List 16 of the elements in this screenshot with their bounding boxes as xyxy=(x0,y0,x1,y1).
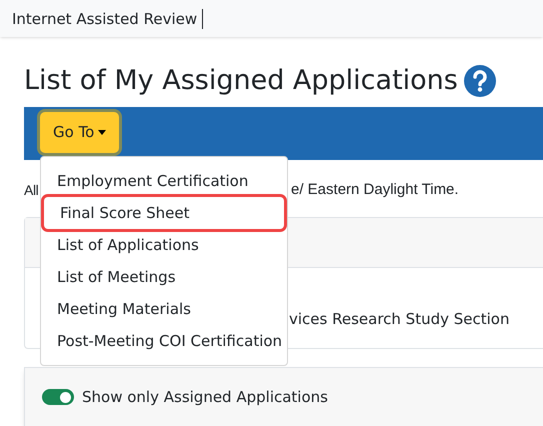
notice-text: e/ Eastern Daylight Time. xyxy=(291,180,459,200)
go-to-button[interactable]: Go To xyxy=(40,112,120,153)
menu-item[interactable]: Final Score Sheet xyxy=(44,197,284,229)
help-icon[interactable] xyxy=(464,65,496,97)
caret-icon xyxy=(98,130,106,135)
page-heading: List of My Assigned Applications xyxy=(24,64,458,98)
toggle-switch[interactable] xyxy=(42,389,74,405)
menu-item[interactable]: List of Applications xyxy=(41,229,287,261)
meeting-name: vices Research Study Section xyxy=(289,309,510,330)
menu-item[interactable]: Meeting Materials xyxy=(41,293,287,325)
menu-item[interactable]: Post-Meeting COI Certification xyxy=(41,325,287,357)
toggle-label: Show only Assigned Applications xyxy=(82,386,328,408)
menu-item[interactable]: List of Meetings xyxy=(41,261,287,293)
menu-item[interactable]: Employment Certification xyxy=(41,165,287,197)
app-title: Internet Assisted Review xyxy=(12,8,204,28)
notice-text: All xyxy=(24,182,38,198)
